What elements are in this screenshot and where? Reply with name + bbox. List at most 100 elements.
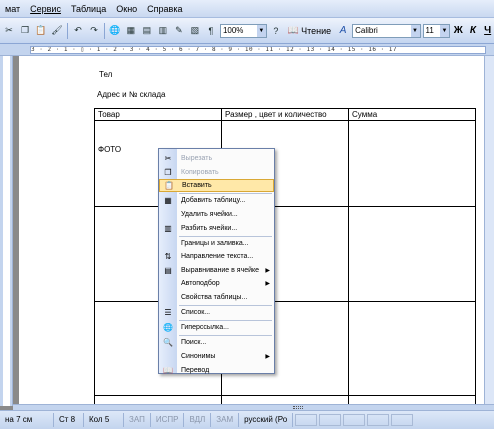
- context-menu-item[interactable]: ☰ Список...: [159, 306, 274, 319]
- tables-borders-icon[interactable]: ▦: [124, 23, 138, 39]
- submenu-arrow-icon: ▶: [265, 267, 270, 274]
- context-menu-item[interactable]: ▥ Разбить ячейки...: [159, 222, 274, 235]
- horizontal-ruler[interactable]: 3 · 2 · 1 · ▯ · 1 · 2 · 3 · 4 · 5 · 6 · …: [0, 44, 494, 56]
- menu-bar: мат Сервис Таблица Окно Справка: [0, 0, 494, 18]
- context-menu-item[interactable]: 📖 Перевод: [159, 364, 274, 377]
- photo-label: ФОТО: [98, 145, 122, 154]
- paste-icon[interactable]: 📋: [34, 23, 48, 39]
- italic-button[interactable]: К: [467, 25, 480, 36]
- context-menu-label: Список...: [181, 309, 211, 317]
- redo-icon[interactable]: ↷: [87, 23, 101, 39]
- blank-icon: [162, 209, 174, 219]
- table-row: Товар Размер , цвет и количество Сумма: [94, 108, 476, 121]
- context-menu-item[interactable]: Синонимы ▶: [159, 350, 274, 363]
- format-painter-icon[interactable]: 🖌: [50, 23, 64, 39]
- search-icon: 🔍: [163, 338, 173, 348]
- columns-icon[interactable]: ▥: [156, 23, 170, 39]
- scrollbar-grip[interactable]: [293, 406, 303, 409]
- context-menu-item[interactable]: Автоподбор ▶: [159, 277, 274, 290]
- status-spelling-box[interactable]: [295, 414, 318, 426]
- status-track-changes[interactable]: ИСПР: [151, 413, 185, 427]
- hyperlink-icon[interactable]: 🌐: [108, 23, 122, 39]
- toolbar-separator: [103, 22, 105, 39]
- table-header-cell[interactable]: Товар: [94, 108, 222, 121]
- document-table[interactable]: Товар Размер , цвет и количество Сумма Ф…: [94, 108, 476, 416]
- table-cell[interactable]: [348, 120, 476, 207]
- list-icon: ☰: [164, 308, 172, 318]
- status-extend[interactable]: ВДЛ: [184, 413, 212, 427]
- status-box: [343, 414, 366, 426]
- menu-table[interactable]: Таблица: [66, 0, 111, 18]
- paragraph-marks-icon[interactable]: ¶: [204, 23, 218, 39]
- context-menu-label: Синонимы: [181, 352, 216, 360]
- context-menu-item[interactable]: Свойства таблицы...: [159, 291, 274, 304]
- drawing-icon[interactable]: ✎: [172, 23, 186, 39]
- zoom-select[interactable]: 100% ▼: [219, 23, 267, 38]
- blank-icon: [162, 279, 174, 289]
- font-size-select[interactable]: 11 ▼: [422, 23, 450, 38]
- styles-icon[interactable]: A: [336, 23, 350, 39]
- status-column: Кол 5: [84, 413, 124, 427]
- context-menu-label: Выравнивание в ячейке: [181, 266, 260, 274]
- context-menu-item[interactable]: 🔍 Поиск...: [159, 336, 274, 349]
- status-box: [367, 414, 390, 426]
- vertical-ruler[interactable]: [0, 56, 13, 406]
- insert-table-icon[interactable]: ▤: [140, 23, 154, 39]
- context-menu-label: Вставить: [182, 182, 212, 190]
- bold-button[interactable]: Ж: [452, 25, 465, 36]
- context-menu-item[interactable]: 📋 Вставить: [159, 179, 274, 193]
- table-cell[interactable]: [348, 301, 476, 396]
- table-row: [94, 206, 476, 302]
- submenu-arrow-icon: ▶: [265, 353, 270, 360]
- context-menu-item[interactable]: Границы и заливка...: [159, 237, 274, 250]
- context-menu-label: Копировать: [181, 168, 219, 176]
- phone-line: Тел: [99, 70, 113, 79]
- context-menu-label: Поиск...: [181, 339, 207, 347]
- menu-service[interactable]: Сервис: [25, 0, 66, 18]
- context-menu-item[interactable]: 🌐 Гиперссылка...: [159, 321, 274, 334]
- menu-format[interactable]: мат: [0, 0, 25, 18]
- font-name-select[interactable]: Calibri ▼: [352, 23, 421, 38]
- undo-icon[interactable]: ↶: [71, 23, 85, 39]
- address-line: Адрес и № склада: [97, 90, 166, 99]
- context-menu-item[interactable]: ❐ Копировать: [159, 166, 274, 179]
- hyperlink-icon: 🌐: [163, 323, 173, 333]
- vertical-scrollbar[interactable]: [484, 56, 494, 406]
- context-menu-item[interactable]: ▦ Добавить таблицу...: [159, 194, 274, 207]
- blank-icon: [162, 293, 174, 303]
- context-menu-label: Направление текста...: [181, 253, 254, 261]
- context-menu-item[interactable]: ✂ Вырезать: [159, 152, 274, 165]
- scissors-icon: ✂: [164, 154, 172, 163]
- status-overtype[interactable]: ЗАМ: [211, 413, 240, 427]
- split-cells-icon: ▥: [164, 223, 172, 233]
- table-header-cell[interactable]: Размер , цвет и количество: [221, 108, 349, 121]
- copy-icon[interactable]: ❐: [18, 23, 32, 39]
- read-mode-button[interactable]: 📖 Чтение: [285, 23, 334, 39]
- paste-icon: 📋: [164, 181, 174, 191]
- insert-table-icon: ▦: [164, 196, 172, 206]
- font-size-value: 11: [425, 25, 434, 35]
- menu-window[interactable]: Окно: [111, 0, 142, 18]
- context-menu-label: Разбить ячейки...: [181, 224, 238, 232]
- menu-help[interactable]: Справка: [142, 0, 187, 18]
- status-line: Ст 8: [54, 413, 84, 427]
- help-icon[interactable]: ?: [269, 23, 283, 39]
- cut-icon[interactable]: ✂: [2, 23, 16, 39]
- status-bar: на 7 см Ст 8 Кол 5 ЗАП ИСПР ВДЛ ЗАМ русс…: [0, 410, 494, 429]
- context-menu-item[interactable]: ⇅ Направление текста...: [159, 250, 274, 263]
- context-menu-label: Перевод: [181, 366, 210, 374]
- document-map-icon[interactable]: ▧: [188, 23, 202, 39]
- status-position: на 7 см: [0, 413, 54, 427]
- context-menu-item[interactable]: ▤ Выравнивание в ячейке ▶: [159, 264, 274, 277]
- context-menu-label: Удалить ячейки...: [181, 210, 238, 218]
- table-cell[interactable]: [348, 206, 476, 302]
- status-language: русский (Ро: [239, 413, 294, 427]
- table-header-cell[interactable]: Сумма: [348, 108, 476, 121]
- status-box: [391, 414, 414, 426]
- underline-button[interactable]: Ч: [481, 25, 494, 36]
- blank-icon: [162, 351, 174, 361]
- context-menu-item[interactable]: Удалить ячейки...: [159, 208, 274, 221]
- table-row: [94, 301, 476, 396]
- blank-icon: [162, 238, 174, 248]
- status-record[interactable]: ЗАП: [124, 413, 151, 427]
